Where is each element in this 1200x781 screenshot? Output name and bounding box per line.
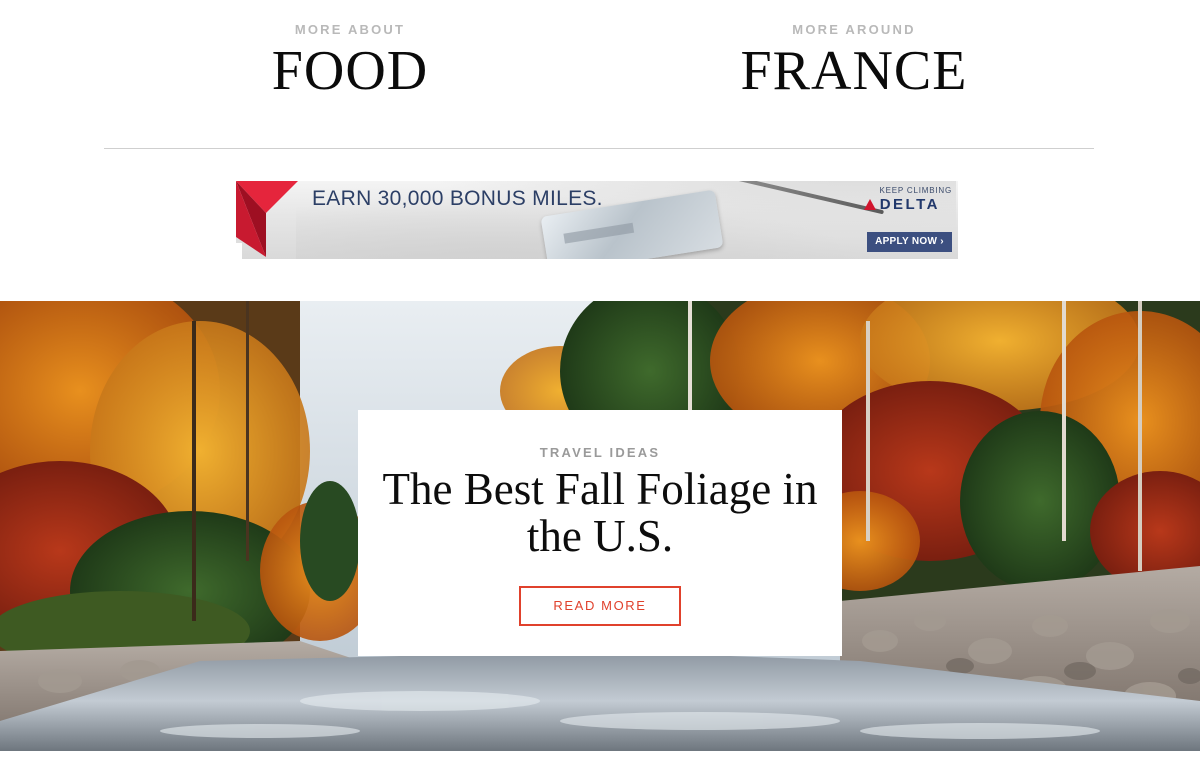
delta-mark-icon <box>863 199 876 210</box>
ad-tagline: KEEP CLIMBING <box>879 186 952 195</box>
more-about-food[interactable]: MORE ABOUT FOOD <box>200 22 500 101</box>
delta-brand-text: DELTA <box>879 196 940 213</box>
feature-category[interactable]: TRAVEL IDEAS <box>358 445 842 460</box>
ad-corner <box>236 243 242 259</box>
more-about-eyebrow: MORE ABOUT <box>294 22 406 37</box>
delta-widget-logo <box>236 181 298 257</box>
feature-card: TRAVEL IDEAS The Best Fall Foliage in th… <box>358 410 842 656</box>
more-around-france[interactable]: MORE AROUND FRANCE <box>704 22 1004 101</box>
section-divider <box>104 148 1094 149</box>
ad-headline: EARN 30,000 BONUS MILES. <box>312 187 603 210</box>
more-about-food-link[interactable]: FOOD <box>200 41 500 101</box>
more-around-eyebrow: MORE AROUND <box>792 22 916 37</box>
more-around-france-link[interactable]: FRANCE <box>704 41 1004 101</box>
feature-title[interactable]: The Best Fall Foliage in the U.S. <box>378 466 822 560</box>
delta-logo: DELTA <box>863 196 940 213</box>
apply-now-button[interactable]: APPLY NOW › <box>867 232 952 252</box>
delta-ad-banner[interactable]: EARN 30,000 BONUS MILES. KEEP CLIMBING D… <box>236 181 958 259</box>
read-more-button[interactable]: READ MORE <box>519 586 681 626</box>
